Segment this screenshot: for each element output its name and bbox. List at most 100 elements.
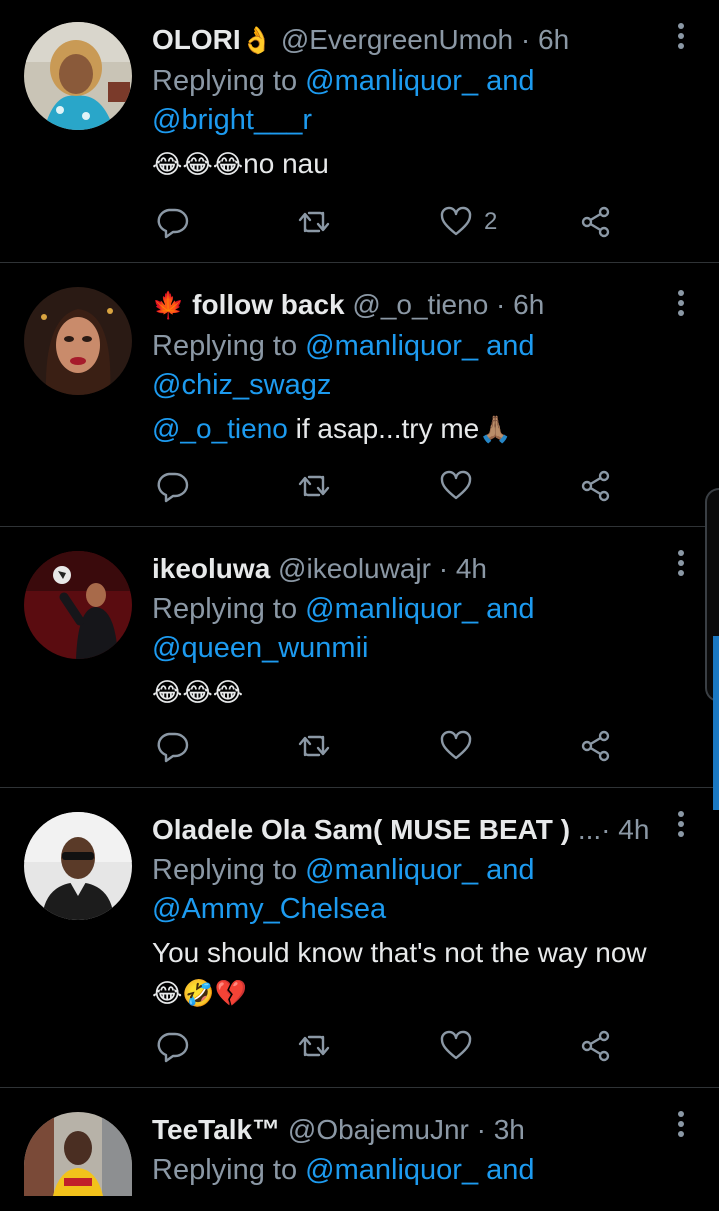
reply-mention[interactable]: @manliquor_	[305, 593, 478, 625]
reply-and[interactable]: and	[486, 854, 534, 886]
reply-mention[interactable]: @manliquor_	[305, 65, 478, 97]
more-icon[interactable]	[669, 283, 693, 323]
tweet-text: You should know that's not the way now 😂…	[152, 933, 659, 1014]
body-emoji: 🙏🏽	[479, 415, 512, 445]
avatar[interactable]	[24, 287, 132, 395]
body-emoji: 😂😂😂	[152, 678, 244, 708]
name-emoji: 🍁	[152, 291, 185, 321]
reply-prefix: Replying to	[152, 854, 298, 886]
name-emoji: 👌	[240, 26, 274, 56]
share-icon	[578, 1028, 614, 1064]
reply-and[interactable]: and	[486, 330, 534, 362]
reply-mention[interactable]: @manliquor_	[305, 854, 478, 886]
reply-icon	[154, 1028, 190, 1064]
tweet-header: 🍁 follow back @_o_tieno · 6h	[152, 287, 659, 324]
share-icon	[578, 728, 614, 764]
like-icon	[438, 728, 474, 764]
scrollbar-thumb[interactable]	[713, 636, 719, 810]
tweet[interactable]: 🍁 follow back @_o_tieno · 6h Replying to…	[0, 263, 719, 527]
avatar[interactable]	[24, 22, 132, 130]
more-icon[interactable]	[669, 16, 693, 56]
retweet-button[interactable]	[296, 1026, 332, 1066]
like-icon	[438, 468, 474, 504]
timestamp[interactable]: 4h	[456, 553, 487, 584]
reply-mention[interactable]: @Ammy_Chelsea	[152, 893, 386, 925]
avatar[interactable]	[24, 812, 132, 920]
reply-button[interactable]	[154, 1026, 190, 1066]
reply-icon	[154, 468, 190, 504]
tweet-text: 😂😂😂no nau	[152, 144, 659, 185]
more-icon[interactable]	[669, 543, 693, 583]
like-icon	[438, 204, 474, 240]
reply-button[interactable]	[154, 466, 190, 506]
reply-mention[interactable]: @chiz_swagz	[152, 369, 331, 401]
retweet-icon	[296, 468, 332, 504]
handle[interactable]: @EvergreenUmoh	[281, 24, 513, 55]
avatar[interactable]	[24, 1112, 132, 1196]
retweet-icon	[296, 204, 332, 240]
retweet-button[interactable]	[296, 202, 332, 242]
share-button[interactable]	[578, 202, 614, 242]
reply-context: Replying to @manliquor_ and	[152, 1151, 659, 1190]
display-name[interactable]: TeeTalk™	[152, 1114, 280, 1145]
reply-prefix: Replying to	[152, 593, 298, 625]
separator: ·	[438, 553, 449, 584]
retweet-button[interactable]	[296, 726, 332, 766]
reply-mention[interactable]: @manliquor_	[305, 1154, 478, 1186]
retweet-icon	[296, 728, 332, 764]
reply-mention[interactable]: @manliquor_	[305, 330, 478, 362]
retweet-button[interactable]	[296, 466, 332, 506]
timestamp[interactable]: 6h	[513, 289, 544, 320]
tweet-header: Oladele Ola Sam( MUSE BEAT ) ...· 4h	[152, 812, 659, 848]
like-button[interactable]	[438, 1026, 474, 1066]
body-text: You should know that's not the way now	[152, 937, 647, 968]
like-button[interactable]: 2	[438, 202, 497, 242]
reply-button[interactable]	[154, 726, 190, 766]
display-name[interactable]: OLORI	[152, 24, 241, 55]
display-name[interactable]: ikeoluwa	[152, 553, 270, 584]
reply-and[interactable]: and	[486, 593, 534, 625]
timestamp[interactable]: 4h	[618, 814, 649, 845]
handle[interactable]: @ikeoluwajr	[278, 553, 431, 584]
like-button[interactable]	[438, 466, 474, 506]
display-name[interactable]: follow back	[192, 289, 344, 320]
more-icon[interactable]	[669, 1104, 693, 1144]
reply-prefix: Replying to	[152, 330, 298, 362]
like-button[interactable]	[438, 726, 474, 766]
body-mention[interactable]: @_o_tieno	[152, 413, 288, 444]
reply-and[interactable]: and	[486, 1154, 534, 1186]
share-icon	[578, 204, 614, 240]
reply-and[interactable]: and	[486, 65, 534, 97]
timestamp[interactable]: 6h	[538, 24, 569, 55]
share-icon	[578, 468, 614, 504]
share-button[interactable]	[578, 726, 614, 766]
tweet-header: OLORI👌 @EvergreenUmoh · 6h	[152, 22, 659, 59]
tweet-text: 😂😂😂	[152, 672, 659, 713]
like-count: 2	[484, 208, 498, 235]
separator: ·	[601, 814, 611, 845]
tweet-header: TeeTalk™ @ObajemuJnr · 3h	[152, 1112, 659, 1148]
handle[interactable]: @_o_tieno	[352, 289, 488, 320]
reply-icon	[154, 728, 190, 764]
separator: ·	[476, 1114, 486, 1145]
reply-context: Replying to @manliquor_ and @bright___r	[152, 62, 659, 140]
separator: ·	[496, 289, 506, 320]
reply-mention[interactable]: @bright___r	[152, 104, 312, 136]
tweet[interactable]: Oladele Ola Sam( MUSE BEAT ) ...· 4h Rep…	[0, 788, 719, 1088]
reply-context: Replying to @manliquor_ and @queen_wunmi…	[152, 590, 659, 668]
share-button[interactable]	[578, 1026, 614, 1066]
share-button[interactable]	[578, 466, 614, 506]
reply-mention[interactable]: @queen_wunmii	[152, 632, 368, 664]
display-name[interactable]: Oladele Ola Sam( MUSE BEAT )	[152, 814, 570, 845]
tweet[interactable]: OLORI👌 @EvergreenUmoh · 6h Replying to @…	[0, 0, 719, 263]
handle[interactable]: ...	[578, 814, 601, 845]
more-icon[interactable]	[669, 804, 693, 844]
tweet[interactable]: TeeTalk™ @ObajemuJnr · 3h Replying to @m…	[0, 1088, 719, 1211]
body-text: no nau	[243, 148, 329, 179]
tweet[interactable]: ikeoluwa @ikeoluwajr · 4h Replying to @m…	[0, 527, 719, 788]
tweet-actions	[152, 466, 622, 506]
avatar[interactable]	[24, 551, 132, 659]
handle[interactable]: @ObajemuJnr	[288, 1114, 469, 1145]
reply-button[interactable]	[154, 202, 190, 242]
timestamp[interactable]: 3h	[494, 1114, 525, 1145]
